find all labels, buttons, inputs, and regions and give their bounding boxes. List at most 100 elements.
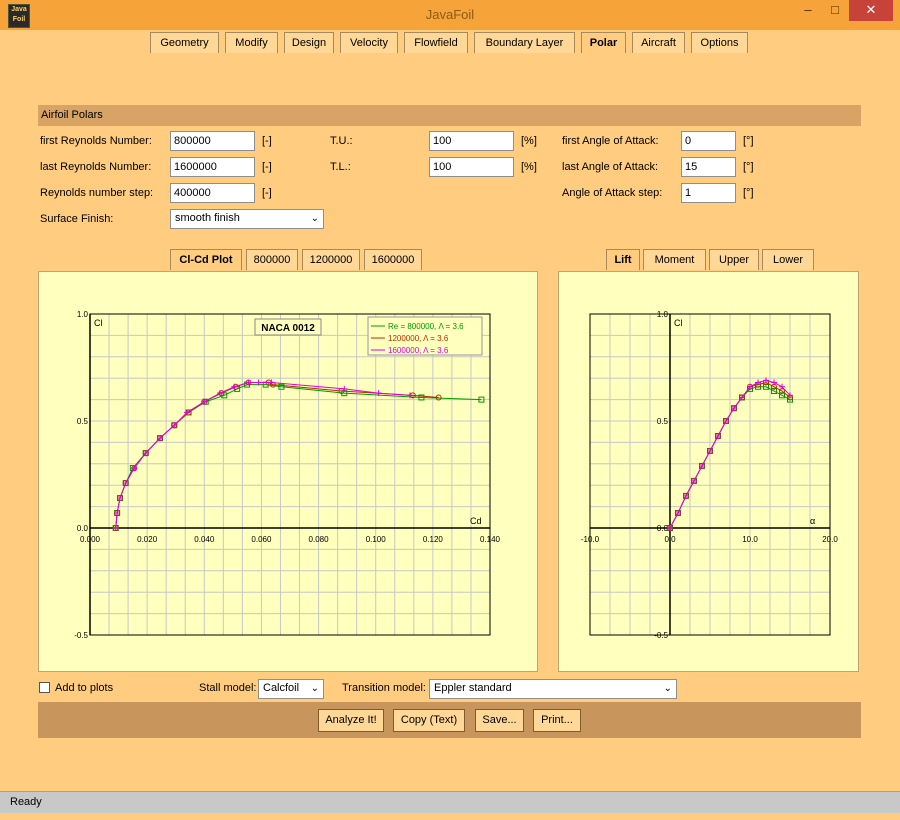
data-point bbox=[771, 379, 777, 386]
aoa-step-label: Angle of Attack step: bbox=[562, 187, 663, 199]
re-step-unit: [-] bbox=[262, 187, 272, 199]
chevron-down-icon: ⌄ bbox=[310, 213, 319, 224]
tab-re-1600000[interactable]: 1600000 bbox=[364, 249, 422, 270]
first-re-label: first Reynolds Number: bbox=[40, 135, 152, 147]
minimize-button[interactable]: – bbox=[795, 0, 821, 21]
x-tick-label: 0.040 bbox=[194, 535, 215, 544]
tab-re-1200000[interactable]: 1200000 bbox=[302, 249, 360, 270]
y-axis-label: Cl bbox=[674, 318, 683, 328]
tu-input[interactable] bbox=[429, 131, 514, 151]
add-to-plots-label: Add to plots bbox=[55, 682, 114, 694]
tab-re-800000[interactable]: 800000 bbox=[246, 249, 298, 270]
stall-model-select[interactable]: Calcfoil ⌄ bbox=[258, 679, 324, 699]
re-step-label: Reynolds number step: bbox=[40, 187, 154, 199]
cl-cd-chart: 0.000 0.020 0.040 0.060 0.080 0.100 0.120 0.140… bbox=[74, 310, 501, 640]
x-axis-label: Cd bbox=[470, 516, 482, 526]
chevron-down-icon: ⌄ bbox=[310, 683, 319, 694]
last-re-input[interactable] bbox=[170, 157, 255, 177]
y-tick-label: 0.0 bbox=[77, 524, 89, 533]
tu-unit: [%] bbox=[521, 135, 537, 147]
tab-design[interactable]: Design bbox=[284, 32, 334, 53]
first-aoa-label: first Angle of Attack: bbox=[562, 135, 659, 147]
chart-title: NACA 0012 bbox=[261, 323, 315, 334]
y-tick-label: 0.5 bbox=[77, 417, 89, 426]
y-tick-label: -0.5 bbox=[654, 631, 668, 640]
first-re-unit: [-] bbox=[262, 135, 272, 147]
lift-chart: -10.0 0.0 10.0 20.0 1.0 0.5 0.0 -0.5 Cl α bbox=[581, 310, 838, 640]
legend-label: 1600000, Λ = 3.6 bbox=[388, 346, 449, 355]
tab-polar[interactable]: Polar bbox=[581, 32, 626, 53]
x-tick-label: 0.060 bbox=[251, 535, 272, 544]
surface-finish-select[interactable]: smooth finish ⌄ bbox=[170, 209, 324, 229]
save-button[interactable]: Save... bbox=[475, 709, 524, 732]
tab-lower[interactable]: Lower bbox=[762, 249, 814, 270]
y-tick-label: -0.5 bbox=[74, 631, 88, 640]
x-tick-label: 0.120 bbox=[423, 535, 444, 544]
tab-boundary-layer[interactable]: Boundary Layer bbox=[474, 32, 575, 53]
cl-cd-plot-panel: 0.000 0.020 0.040 0.060 0.080 0.100 0.120 0.140… bbox=[38, 271, 538, 672]
chevron-down-icon: ⌄ bbox=[663, 683, 672, 694]
stall-model-value: Calcfoil bbox=[263, 682, 300, 694]
lift-plot-panel: -10.0 0.0 10.0 20.0 1.0 0.5 0.0 -0.5 Cl α bbox=[558, 271, 859, 672]
last-aoa-unit: [°] bbox=[743, 161, 754, 173]
x-tick-label: 0.100 bbox=[366, 535, 387, 544]
tab-modify[interactable]: Modify bbox=[225, 32, 278, 53]
copy-text-button[interactable]: Copy (Text) bbox=[393, 709, 465, 732]
y-tick-label: 0.5 bbox=[657, 417, 669, 426]
stall-model-label: Stall model: bbox=[199, 682, 257, 694]
surface-finish-label: Surface Finish: bbox=[40, 213, 114, 225]
print-button[interactable]: Print... bbox=[533, 709, 581, 732]
x-axis-label: α bbox=[810, 516, 815, 526]
last-aoa-input[interactable] bbox=[681, 157, 736, 177]
last-re-unit: [-] bbox=[262, 161, 272, 173]
re-step-input[interactable] bbox=[170, 183, 255, 203]
tab-cl-cd-plot[interactable]: Cl-Cd Plot bbox=[170, 249, 242, 270]
last-aoa-label: last Angle of Attack: bbox=[562, 161, 659, 173]
surface-finish-value: smooth finish bbox=[175, 212, 240, 224]
tab-lift[interactable]: Lift bbox=[606, 249, 640, 270]
analyze-button[interactable]: Analyze It! bbox=[318, 709, 384, 732]
tl-input[interactable] bbox=[429, 157, 514, 177]
y-tick-label: 1.0 bbox=[657, 310, 669, 319]
title-bar: Java Foil JavaFoil – □ ✕ bbox=[0, 0, 900, 30]
last-re-label: last Reynolds Number: bbox=[40, 161, 152, 173]
maximize-button[interactable]: □ bbox=[822, 0, 848, 21]
first-aoa-input[interactable] bbox=[681, 131, 736, 151]
window-title: JavaFoil bbox=[425, 7, 475, 22]
legend-label: 1200000, Λ = 3.6 bbox=[388, 334, 449, 343]
x-tick-label: 0.0 bbox=[664, 535, 676, 544]
transition-model-value: Eppler standard bbox=[434, 682, 512, 694]
y-axis-label: Cl bbox=[94, 318, 103, 328]
tab-moment[interactable]: Moment bbox=[643, 249, 706, 270]
tab-geometry[interactable]: Geometry bbox=[150, 32, 219, 53]
x-tick-label: -10.0 bbox=[581, 535, 600, 544]
y-tick-label: 1.0 bbox=[77, 310, 89, 319]
section-title: Airfoil Polars bbox=[38, 105, 861, 126]
first-re-input[interactable] bbox=[170, 131, 255, 151]
y-tick-label: 0.0 bbox=[657, 524, 669, 533]
aoa-step-unit: [°] bbox=[743, 187, 754, 199]
x-tick-label: 0.140 bbox=[480, 535, 501, 544]
add-to-plots-checkbox[interactable] bbox=[39, 682, 50, 693]
transition-model-select[interactable]: Eppler standard ⌄ bbox=[429, 679, 677, 699]
tu-label: T.U.: bbox=[330, 135, 353, 147]
x-tick-label: 10.0 bbox=[742, 535, 758, 544]
aoa-step-input[interactable] bbox=[681, 183, 736, 203]
tab-flowfield[interactable]: Flowfield bbox=[404, 32, 468, 53]
x-tick-label: 0.000 bbox=[80, 535, 101, 544]
x-tick-label: 20.0 bbox=[822, 535, 838, 544]
transition-model-label: Transition model: bbox=[342, 682, 426, 694]
plot-frame bbox=[89, 313, 491, 636]
legend-label: Re = 800000, Λ = 3.6 bbox=[388, 322, 464, 331]
tl-label: T.L.: bbox=[330, 161, 351, 173]
tab-aircraft[interactable]: Aircraft bbox=[632, 32, 685, 53]
x-tick-label: 0.020 bbox=[137, 535, 158, 544]
status-bar: Ready bbox=[0, 791, 900, 813]
tl-unit: [%] bbox=[521, 161, 537, 173]
x-tick-label: 0.080 bbox=[309, 535, 330, 544]
tab-upper[interactable]: Upper bbox=[709, 249, 759, 270]
close-button[interactable]: ✕ bbox=[849, 0, 893, 21]
tab-options[interactable]: Options bbox=[691, 32, 748, 53]
first-aoa-unit: [°] bbox=[743, 135, 754, 147]
tab-velocity[interactable]: Velocity bbox=[340, 32, 398, 53]
